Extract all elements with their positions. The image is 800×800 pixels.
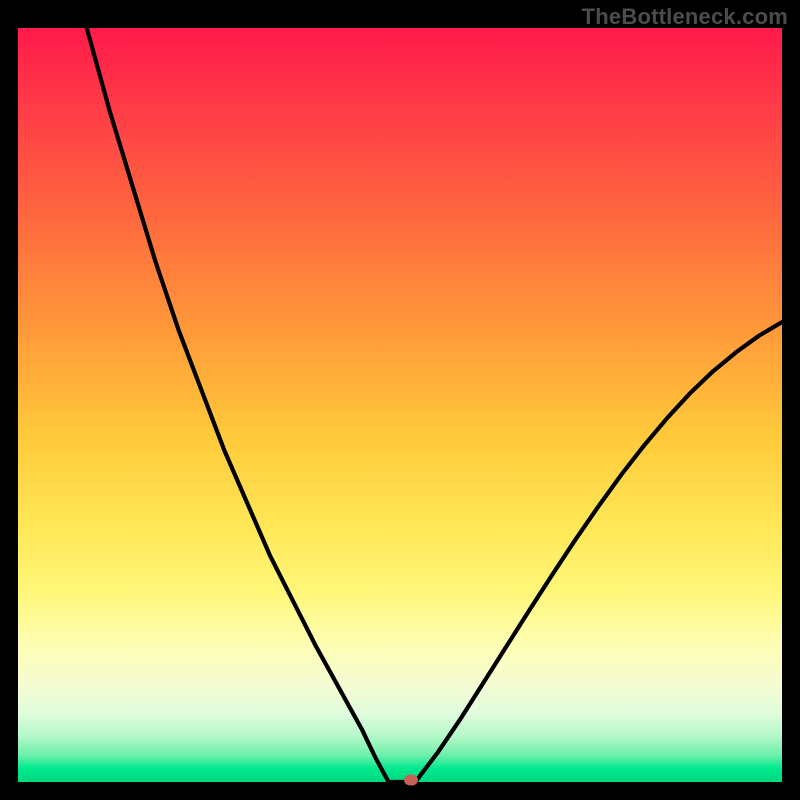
chart-frame: TheBottleneck.com xyxy=(0,0,800,800)
curve-path xyxy=(87,28,782,782)
plot-outer xyxy=(18,28,782,782)
bottleneck-curve xyxy=(18,28,782,782)
watermark-label: TheBottleneck.com xyxy=(582,4,788,30)
optimal-point-marker xyxy=(404,775,418,786)
